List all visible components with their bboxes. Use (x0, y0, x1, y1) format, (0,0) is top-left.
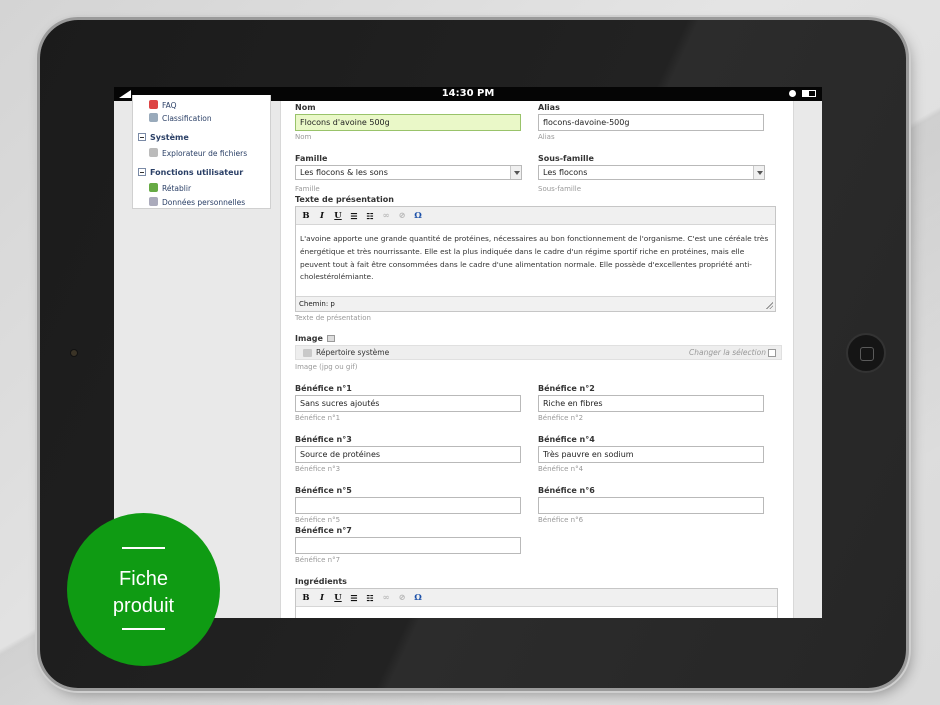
benefice-5-label: Bénéfice n°5 (295, 486, 352, 495)
sous-famille-hint: Sous-famille (538, 185, 582, 193)
underline-button[interactable]: U (332, 210, 344, 222)
benefice-6-hint: Bénéfice n°6 (538, 516, 584, 524)
sidebar-section-systeme[interactable]: Système (138, 133, 189, 142)
sidebar: FAQ Classification Système Explorateur d… (132, 95, 271, 209)
benefice-1-label: Bénéfice n°1 (295, 384, 352, 393)
product-form: Nom Flocons d'avoine 500g Nom Alias floc… (280, 101, 794, 618)
special-char-button[interactable]: Ω (412, 210, 424, 222)
status-time: 14:30 PM (441, 88, 495, 99)
badge-divider (122, 547, 165, 549)
benefice-6-label: Bénéfice n°6 (538, 486, 595, 495)
user-data-icon (149, 197, 158, 206)
battery-icon (802, 90, 816, 97)
sidebar-item-retablir[interactable]: Rétablir (149, 183, 191, 193)
nom-label: Nom (295, 103, 316, 112)
benefice-3-input[interactable]: Source de protéines (295, 446, 521, 463)
famille-label: Famille (295, 154, 328, 163)
badge-text: Fiche produit (112, 568, 175, 617)
editor-toolbar: B I U ☰ ☷ ∞ ⊘ Ω (296, 589, 777, 607)
benefice-4-input[interactable]: Très pauvre en sodium (538, 446, 764, 463)
fiche-produit-badge: Fiche produit (67, 513, 220, 666)
resize-grip-icon[interactable] (766, 302, 773, 309)
alias-input[interactable]: flocons-davoine-500g (538, 114, 764, 131)
italic-button[interactable]: I (316, 592, 328, 604)
presentation-text[interactable]: L'avoine apporte une grande quantité de … (300, 233, 769, 284)
bold-button[interactable]: B (300, 592, 312, 604)
famille-hint: Famille (295, 185, 320, 193)
underline-button[interactable]: U (332, 592, 344, 604)
editor-toolbar: B I U ☰ ☷ ∞ ⊘ Ω (296, 207, 775, 225)
status-right (789, 87, 816, 101)
bullet-list-button[interactable]: ☰ (348, 210, 360, 222)
sidebar-section-fonctions[interactable]: Fonctions utilisateur (138, 168, 243, 177)
unlink-button[interactable]: ⊘ (396, 592, 408, 604)
alias-label: Alias (538, 103, 560, 112)
collapse-icon (138, 168, 146, 176)
change-selection-checkbox[interactable] (768, 349, 776, 357)
benefice-7-input[interactable] (295, 537, 521, 554)
numbered-list-button[interactable]: ☷ (364, 592, 376, 604)
alias-hint: Alias (538, 133, 555, 141)
signal-icon (119, 90, 131, 98)
link-button[interactable]: ∞ (380, 210, 392, 222)
change-selection-link[interactable]: Changer la sélection (689, 348, 766, 357)
italic-button[interactable]: I (316, 210, 328, 222)
clock-icon (789, 90, 797, 97)
chevron-down-icon (753, 166, 764, 179)
benefice-5-hint: Bénéfice n°5 (295, 516, 341, 524)
image-icon (326, 335, 335, 342)
ingredients-editor[interactable]: B I U ☰ ☷ ∞ ⊘ Ω (295, 588, 778, 618)
faq-icon (149, 100, 158, 109)
benefice-6-input[interactable] (538, 497, 764, 514)
image-selector: Répertoire système Changer la sélection (295, 345, 782, 360)
presentation-editor[interactable]: B I U ☰ ☷ ∞ ⊘ Ω L'avoine apporte une gra… (295, 206, 776, 312)
benefice-2-hint: Bénéfice n°2 (538, 414, 584, 422)
nom-input[interactable]: Flocons d'avoine 500g (295, 114, 521, 131)
sidebar-item-explorateur[interactable]: Explorateur de fichiers (149, 148, 247, 158)
sidebar-item-faq[interactable]: FAQ (149, 100, 177, 110)
home-button[interactable] (846, 333, 886, 373)
sous-famille-select[interactable]: Les flocons (538, 165, 765, 180)
benefice-5-input[interactable] (295, 497, 521, 514)
tag-icon (149, 113, 158, 122)
image-hint: Image (jpg ou gif) (295, 363, 358, 371)
benefice-4-hint: Bénéfice n°4 (538, 465, 584, 473)
benefice-2-label: Bénéfice n°2 (538, 384, 595, 393)
special-char-button[interactable]: Ω (412, 592, 424, 604)
ingredients-label: Ingrédients (295, 577, 347, 586)
files-icon (149, 148, 158, 157)
sidebar-item-classification[interactable]: Classification (149, 113, 212, 123)
undo-icon (149, 183, 158, 192)
famille-select[interactable]: Les flocons & les sons (295, 165, 522, 180)
collapse-icon (138, 133, 146, 141)
benefice-4-label: Bénéfice n°4 (538, 435, 595, 444)
benefice-2-input[interactable]: Riche en fibres (538, 395, 764, 412)
badge-divider (122, 628, 165, 630)
presentation-label: Texte de présentation (295, 195, 394, 204)
unlink-button[interactable]: ⊘ (396, 210, 408, 222)
link-button[interactable]: ∞ (380, 592, 392, 604)
bold-button[interactable]: B (300, 210, 312, 222)
benefice-3-hint: Bénéfice n°3 (295, 465, 341, 473)
chevron-down-icon (510, 166, 521, 179)
sous-famille-label: Sous-famille (538, 154, 594, 163)
nom-hint: Nom (295, 133, 312, 141)
benefice-3-label: Bénéfice n°3 (295, 435, 352, 444)
camera-icon (70, 349, 78, 357)
screen: 14:30 PM FAQ Classification Système Expl… (114, 87, 822, 618)
benefice-7-hint: Bénéfice n°7 (295, 556, 341, 564)
benefice-1-input[interactable]: Sans sucres ajoutés (295, 395, 521, 412)
sidebar-item-donnees[interactable]: Données personnelles (149, 197, 245, 207)
numbered-list-button[interactable]: ☷ (364, 210, 376, 222)
editor-path: Chemin: p (296, 296, 775, 311)
bullet-list-button[interactable]: ☰ (348, 592, 360, 604)
benefice-1-hint: Bénéfice n°1 (295, 414, 341, 422)
presentation-hint: Texte de présentation (295, 314, 371, 322)
image-folder: Répertoire système (316, 348, 390, 357)
benefice-7-label: Bénéfice n°7 (295, 526, 352, 535)
folder-icon (303, 349, 312, 357)
image-label: Image (295, 334, 335, 343)
